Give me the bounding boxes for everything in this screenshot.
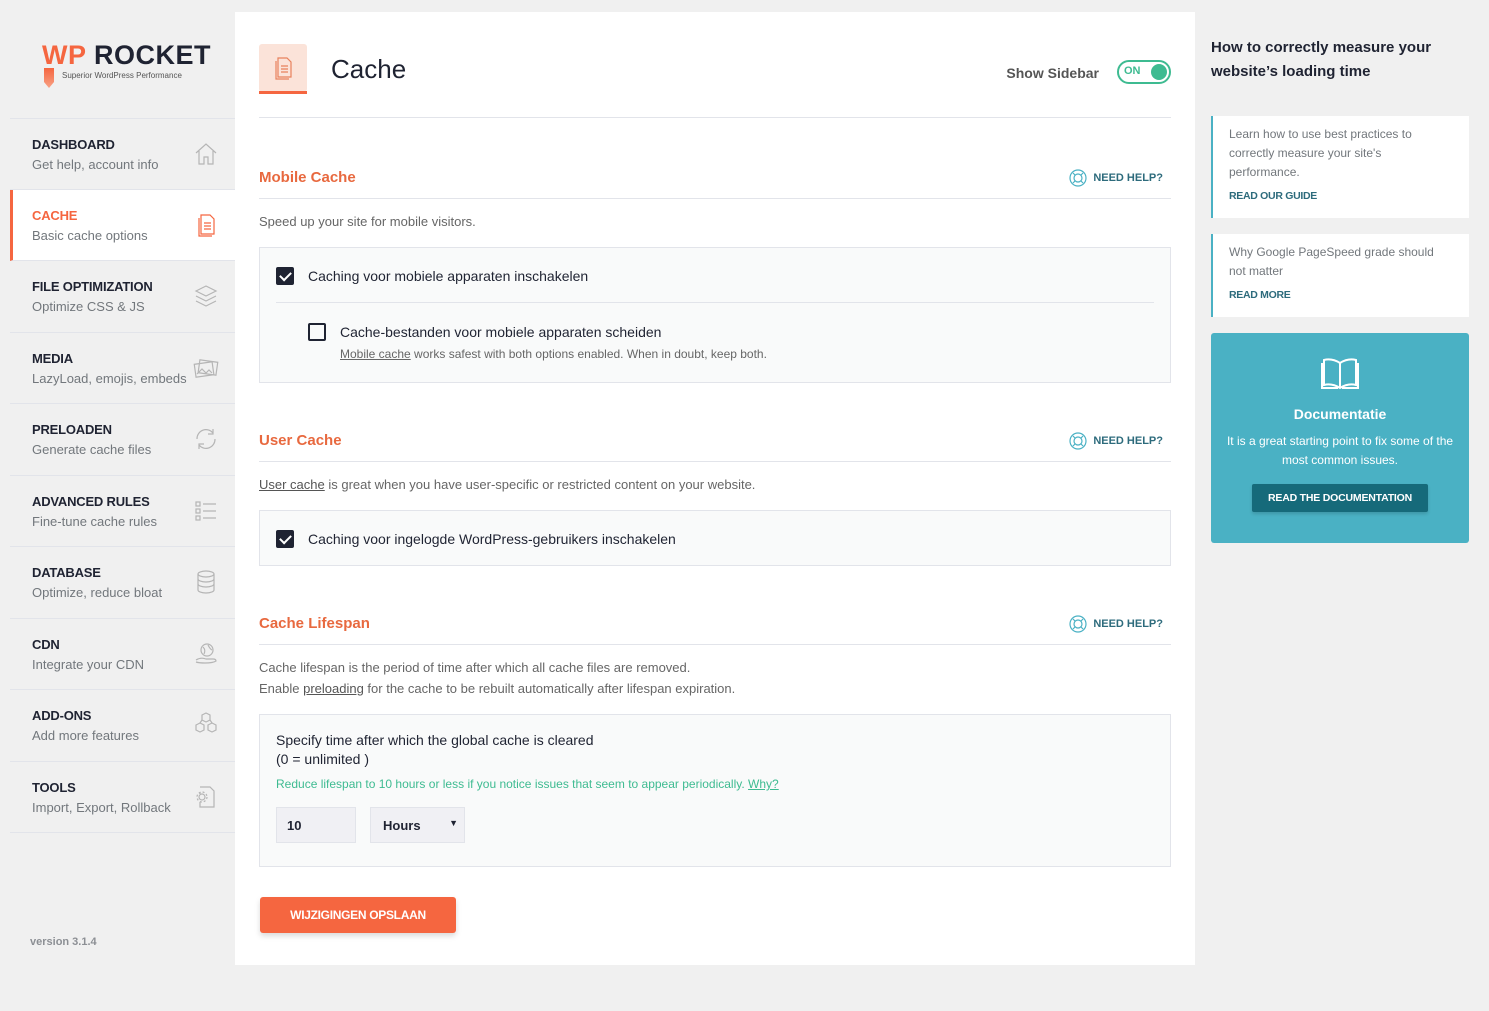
refresh-icon	[193, 426, 219, 452]
read-our-guide-link[interactable]: READ OUR GUIDE	[1229, 190, 1453, 202]
section-title: Mobile Cache	[259, 169, 356, 186]
divider	[276, 302, 1154, 303]
lifespan-unit-select[interactable]: Hours ▼	[370, 807, 465, 843]
user-cache-checkbox-row[interactable]: Caching voor ingelogde WordPress-gebruik…	[276, 530, 676, 548]
mobile-options-box: Caching voor mobiele apparaten inschakel…	[259, 247, 1171, 383]
why-link[interactable]: Why?	[748, 777, 779, 791]
lifespan-value-input[interactable]	[276, 807, 356, 843]
show-sidebar-toggle[interactable]: ON	[1117, 60, 1171, 84]
sidebar-item-dashboard[interactable]: DASHBOARD Get help, account info	[10, 118, 235, 190]
cache-lifespan-section: Cache Lifespan NEED HELP? Cache lifespan…	[259, 615, 1171, 867]
database-icon	[193, 569, 219, 595]
section-description: User cache is great when you have user-s…	[259, 477, 756, 492]
user-cache-checkbox[interactable]	[276, 530, 294, 548]
section-title: User Cache	[259, 432, 342, 449]
globe-hand-icon	[193, 641, 219, 667]
home-icon	[193, 141, 219, 167]
dropdown-arrow-icon: ▼	[449, 818, 458, 828]
lifespan-warning: Reduce lifespan to 10 hours or less if y…	[276, 777, 779, 791]
sidebar-item-advanced-rules[interactable]: ADVANCED RULES Fine-tune cache rules	[10, 476, 235, 547]
logo-wp: WP	[42, 40, 87, 70]
user-options-box: Caching voor ingelogde WordPress-gebruik…	[259, 510, 1171, 566]
lifebuoy-icon	[1069, 169, 1087, 187]
sidebar-item-tools[interactable]: TOOLS Import, Export, Rollback	[10, 762, 235, 833]
main-panel: Cache Show Sidebar ON Mobile Cache NEED …	[235, 12, 1195, 965]
need-help-link[interactable]: NEED HELP?	[1069, 169, 1163, 187]
logo-tagline: Superior WordPress Performance	[62, 71, 182, 80]
sidebar-item-preloaden[interactable]: PRELOADEN Generate cache files	[10, 404, 235, 476]
separate-mobile-cache-checkbox[interactable]	[308, 323, 326, 341]
aside-title: How to correctly measure your website’s …	[1211, 39, 1432, 80]
document-icon	[193, 212, 219, 238]
book-icon	[1321, 358, 1359, 390]
preloading-link[interactable]: preloading	[303, 681, 364, 696]
layers-icon	[193, 283, 219, 309]
active-tab-underline	[259, 91, 307, 94]
logo-rocket: ROCKET	[94, 40, 212, 70]
sidebar-item-cdn[interactable]: CDN Integrate your CDN	[10, 619, 235, 690]
sidebar-nav: WP ROCKET Superior WordPress Performance…	[10, 0, 235, 1011]
page-title: Cache	[331, 54, 407, 84]
mobile-cache-link[interactable]: Mobile cache	[340, 347, 411, 361]
section-description: Speed up your site for mobile visitors.	[259, 214, 476, 229]
doc-title: Documentatie	[1293, 406, 1387, 422]
sidebar-item-cache[interactable]: CACHE Basic cache options	[10, 189, 235, 261]
show-sidebar-label: Show Sidebar	[1006, 65, 1099, 81]
read-documentation-button[interactable]: READ THE DOCUMENTATION	[1252, 484, 1428, 512]
help-sidebar: How to correctly measure your website’s …	[1211, 36, 1469, 543]
need-help-link[interactable]: NEED HELP?	[1069, 615, 1163, 633]
wp-rocket-logo[interactable]: WP ROCKET Superior WordPress Performance	[42, 40, 222, 90]
lifespan-field-label: Specify time after which the global cach…	[276, 732, 594, 748]
mobile-cache-section: Mobile Cache NEED HELP? Speed up your si…	[259, 169, 1171, 383]
doc-text: It is a great starting point to fix some…	[1226, 434, 1454, 467]
sidebar-item-add-ons[interactable]: ADD-ONS Add more features	[10, 690, 235, 762]
tip-card: Why Google PageSpeed grade should not ma…	[1211, 234, 1469, 317]
documentation-card: Documentatie It is a great starting poin…	[1211, 333, 1469, 543]
file-gear-icon	[193, 784, 219, 810]
mobile-cache-checkbox[interactable]	[276, 267, 294, 285]
read-more-link[interactable]: READ MORE	[1229, 289, 1453, 301]
lifebuoy-icon	[1069, 432, 1087, 450]
tip-card: Learn how to use best practices to corre…	[1211, 116, 1469, 218]
user-cache-section: User Cache NEED HELP? User cache is grea…	[259, 432, 1171, 566]
lifebuoy-icon	[1069, 615, 1087, 633]
lifespan-options-box: Specify time after which the global cach…	[259, 714, 1171, 867]
checklist-icon	[193, 498, 219, 524]
sidebar-item-media[interactable]: MEDIA LazyLoad, emojis, embeds	[10, 333, 235, 404]
mobile-cache-note: Mobile cache works safest with both opti…	[340, 347, 767, 361]
toggle-state: ON	[1124, 65, 1141, 77]
images-icon	[193, 355, 219, 381]
sidebar-item-file-optimization[interactable]: FILE OPTIMIZATION Optimize CSS & JS	[10, 261, 235, 333]
version-label: version 3.1.4	[30, 936, 97, 948]
section-description: Cache lifespan is the period of time aft…	[259, 660, 736, 696]
app: WP ROCKET Superior WordPress Performance…	[0, 0, 1489, 1011]
cache-document-icon	[259, 44, 307, 94]
mobile-cache-checkbox-row[interactable]: Caching voor mobiele apparaten inschakel…	[276, 267, 588, 285]
nav-list: DASHBOARD Get help, account info CACHE B…	[10, 118, 235, 833]
page-header: Cache Show Sidebar ON	[259, 12, 1171, 118]
separate-mobile-cache-checkbox-row[interactable]: Cache-bestanden voor mobiele apparaten s…	[308, 323, 767, 341]
section-title: Cache Lifespan	[259, 615, 370, 632]
toggle-knob	[1151, 64, 1167, 80]
rocket-flame-icon	[44, 68, 54, 88]
save-changes-button[interactable]: WIJZIGINGEN OPSLAAN	[260, 897, 456, 933]
user-cache-link[interactable]: User cache	[259, 477, 325, 492]
need-help-link[interactable]: NEED HELP?	[1069, 432, 1163, 450]
sidebar-item-database[interactable]: DATABASE Optimize, reduce bloat	[10, 547, 235, 619]
lifespan-field-sublabel: (0 = unlimited )	[276, 751, 369, 767]
cubes-icon	[193, 712, 219, 738]
